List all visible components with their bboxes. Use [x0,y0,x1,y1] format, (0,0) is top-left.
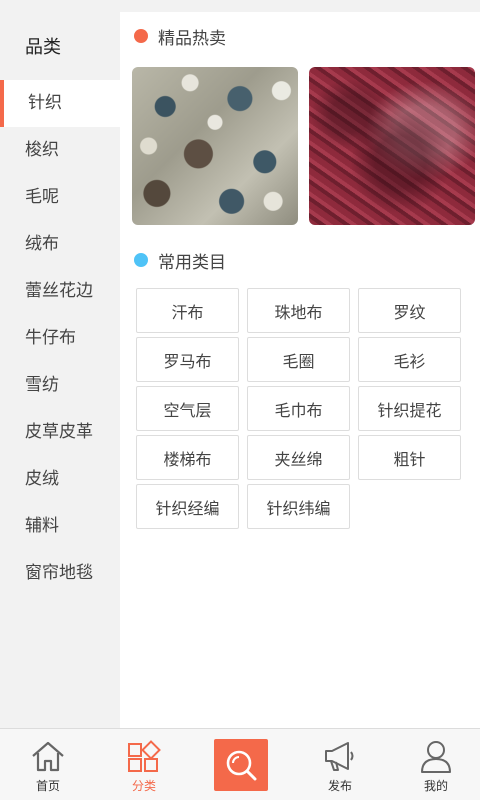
sidebar-item-label: 蕾丝花边 [25,281,93,301]
tag-button[interactable]: 粗针 [358,435,461,480]
tab-category-label: 分类 [131,779,156,793]
sidebar-item-velvet[interactable]: 绒布 [0,221,120,268]
sidebar-item-label: 窗帘地毯 [25,563,93,583]
common-tags-grid: 汗布 珠地布 罗纹 罗马布 毛圈 毛衫 空气层 毛巾布 针织提花 楼梯布 夹丝绵… [136,288,466,529]
sidebar-item-fur-leather[interactable]: 皮草皮革 [0,409,120,456]
sidebar-item-accessories[interactable]: 辅料 [0,503,120,550]
tag-button[interactable]: 针织经编 [136,484,239,529]
sidebar-item-label: 绒布 [25,234,59,254]
tag-button[interactable]: 罗纹 [358,288,461,333]
tag-button[interactable]: 汗布 [136,288,239,333]
sidebar-item-label: 梭织 [25,140,59,160]
sidebar-item-knit[interactable]: 针织 [0,80,120,127]
tag-button[interactable]: 夹丝绵 [247,435,350,480]
common-section-header: 常用类目 [134,248,226,273]
tag-button[interactable]: 针织纬编 [247,484,350,529]
sidebar-item-label: 雪纺 [25,375,59,395]
tab-publish[interactable]: 发布 [292,729,388,800]
hot-section-title: 精品热卖 [158,28,226,49]
tag-button[interactable]: 毛衫 [358,337,461,382]
tab-category[interactable]: 分类 [96,729,192,800]
tag-button[interactable]: 罗马布 [136,337,239,382]
sidebar-item-label: 毛呢 [25,187,59,207]
megaphone-icon [325,742,354,771]
tag-button[interactable]: 楼梯布 [136,435,239,480]
tab-mine[interactable]: 我的 [388,729,480,800]
home-icon [32,741,64,772]
sidebar-item-label: 针织 [28,93,62,113]
user-icon [421,741,451,773]
top-strip [0,0,480,12]
bottom-tab-bar: 首页 分类 发布 我的 [0,728,480,800]
sidebar-item-label: 皮绒 [25,469,59,489]
sidebar-title: 品类 [25,37,61,58]
sidebar-item-label: 辅料 [25,516,59,536]
category-sidebar: 品类 针织 梭织 毛呢 绒布 蕾丝花边 牛仔布 雪纺 皮草皮革 皮绒 辅料 窗帘… [0,12,120,728]
search-icon [226,750,257,781]
hot-product-image-red-jacquard[interactable] [309,67,475,225]
sidebar-item-curtain-carpet[interactable]: 窗帘地毯 [0,550,120,597]
hot-section-header: 精品热卖 [134,24,226,49]
hot-dot-icon [134,29,148,43]
search-button[interactable] [214,739,268,791]
category-content: 精品热卖 常用类目 汗布 珠地布 罗纹 罗马布 毛圈 毛衫 空气层 毛巾布 针织… [120,12,480,728]
sidebar-item-chiffon[interactable]: 雪纺 [0,362,120,409]
tag-button[interactable]: 毛巾布 [247,386,350,431]
sidebar-item-denim[interactable]: 牛仔布 [0,315,120,362]
tab-home[interactable]: 首页 [0,729,96,800]
sidebar-item-label: 皮草皮革 [25,422,93,442]
common-dot-icon [134,253,148,267]
tab-mine-label: 我的 [423,779,448,793]
sidebar-item-wool[interactable]: 毛呢 [0,174,120,221]
sidebar-item-lace[interactable]: 蕾丝花边 [0,268,120,315]
common-section-title: 常用类目 [158,252,226,273]
tag-button[interactable]: 珠地布 [247,288,350,333]
tab-publish-label: 发布 [327,779,352,793]
tag-button[interactable]: 毛圈 [247,337,350,382]
sidebar-item-woven[interactable]: 梭织 [0,127,120,174]
tag-button[interactable]: 空气层 [136,386,239,431]
sidebar-item-suede[interactable]: 皮绒 [0,456,120,503]
tab-home-label: 首页 [35,779,60,793]
sidebar-item-label: 牛仔布 [25,328,76,348]
hot-product-image-floral[interactable] [132,67,298,225]
tag-button[interactable]: 针织提花 [358,386,461,431]
category-grid-icon [128,740,161,772]
